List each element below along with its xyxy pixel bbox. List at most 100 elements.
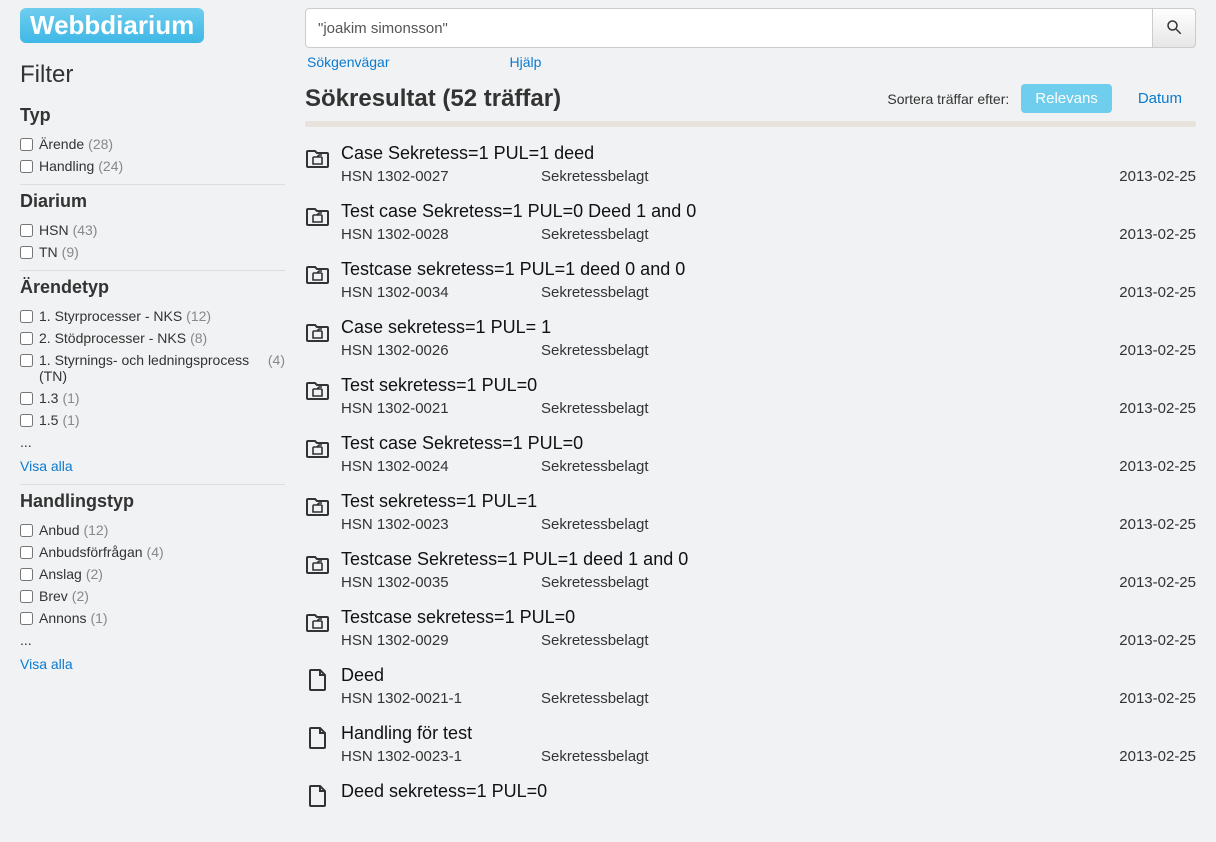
facet-checkbox[interactable] (20, 568, 33, 581)
filter-group-typ: Typ Ärende(28) Handling(24) (20, 105, 285, 174)
result-item[interactable]: Case Sekretess=1 PUL=1 deedHSN 1302-0027… (305, 137, 1196, 195)
facet-label: 2. Stödprocesser - NKS (39, 330, 186, 346)
search-icon (1165, 18, 1183, 39)
facet-show-all[interactable]: Visa alla (20, 656, 73, 672)
result-title: Case Sekretess=1 PUL=1 deed (341, 143, 1196, 164)
facet-item[interactable]: 1. Styrprocesser - NKS(12) (20, 308, 285, 324)
facet-checkbox[interactable] (20, 354, 33, 367)
result-id: HSN 1302-0029 (341, 632, 541, 649)
facet-checkbox[interactable] (20, 524, 33, 537)
facet-item[interactable]: Anbudsförfrågan(4) (20, 544, 285, 560)
facet-count: (28) (88, 136, 113, 152)
facet-label: Handling (39, 158, 94, 174)
facet-label: Anslag (39, 566, 82, 582)
document-icon (305, 723, 341, 754)
result-status: Sekretessbelagt (541, 574, 1086, 591)
result-status: Sekretessbelagt (541, 748, 1086, 765)
facet-checkbox[interactable] (20, 612, 33, 625)
facet-checkbox[interactable] (20, 392, 33, 405)
result-item[interactable]: Deed sekretess=1 PUL=0 (305, 775, 1196, 822)
help-link[interactable]: Hjälp (510, 54, 542, 70)
result-item[interactable]: Test sekretess=1 PUL=0HSN 1302-0021Sekre… (305, 369, 1196, 427)
facet-label: Anbud (39, 522, 79, 538)
result-status: Sekretessbelagt (541, 226, 1086, 243)
search-button[interactable] (1152, 8, 1196, 48)
facet-item[interactable]: Anslag(2) (20, 566, 285, 582)
facet-checkbox[interactable] (20, 310, 33, 323)
facet-count: (9) (62, 244, 79, 260)
result-title: Handling för test (341, 723, 1196, 744)
facet-item[interactable]: TN(9) (20, 244, 285, 260)
facet-label: Ärende (39, 136, 84, 152)
facet-label: 1.5 (39, 412, 58, 428)
facet-item[interactable]: 2. Stödprocesser - NKS(8) (20, 330, 285, 346)
result-title: Test sekretess=1 PUL=0 (341, 375, 1196, 396)
facet-checkbox[interactable] (20, 246, 33, 259)
facet-item[interactable]: Anbud(12) (20, 522, 285, 538)
result-date: 2013-02-25 (1086, 226, 1196, 243)
main-content: Sökgenvägar Hjälp Sökresultat (52 träffa… (305, 8, 1196, 822)
result-date: 2013-02-25 (1086, 284, 1196, 301)
facet-item[interactable]: Ärende(28) (20, 136, 285, 152)
facet-item[interactable]: Handling(24) (20, 158, 285, 174)
result-status: Sekretessbelagt (541, 284, 1086, 301)
result-date: 2013-02-25 (1086, 400, 1196, 417)
facet-count: (2) (72, 588, 89, 604)
result-item[interactable]: Testcase sekretess=1 PUL=1 deed 0 and 0H… (305, 253, 1196, 311)
facet-label: 1. Styrprocesser - NKS (39, 308, 182, 324)
document-icon (305, 665, 341, 696)
case-folder-icon (305, 549, 341, 580)
case-folder-icon (305, 259, 341, 290)
result-status: Sekretessbelagt (541, 458, 1086, 475)
result-item[interactable]: Test case Sekretess=1 PUL=0 Deed 1 and 0… (305, 195, 1196, 253)
case-folder-icon (305, 375, 341, 406)
facet-item[interactable]: 1.3(1) (20, 390, 285, 406)
facet-count: (24) (98, 158, 123, 174)
facet-label: 1. Styrnings- och ledningsprocess (TN) (39, 352, 264, 384)
facet-label: Brev (39, 588, 68, 604)
facet-show-all[interactable]: Visa alla (20, 458, 73, 474)
result-status: Sekretessbelagt (541, 516, 1086, 533)
facet-item[interactable]: 1.5(1) (20, 412, 285, 428)
facet-checkbox[interactable] (20, 332, 33, 345)
facet-label: TN (39, 244, 58, 260)
result-item[interactable]: Handling för testHSN 1302-0023-1Sekretes… (305, 717, 1196, 775)
filter-group-handlingstyp: Handlingstyp Anbud(12) Anbudsförfrågan(4) A… (20, 484, 285, 672)
result-item[interactable]: Test sekretess=1 PUL=1HSN 1302-0023Sekre… (305, 485, 1196, 543)
facet-checkbox[interactable] (20, 138, 33, 151)
result-item[interactable]: DeedHSN 1302-0021-1Sekretessbelagt2013-0… (305, 659, 1196, 717)
result-date: 2013-02-25 (1086, 690, 1196, 707)
facet-count: (4) (147, 544, 164, 560)
result-title: Deed (341, 665, 1196, 686)
facet-count: (8) (190, 330, 207, 346)
facet-checkbox[interactable] (20, 224, 33, 237)
app-logo: Webbdiarium (20, 8, 204, 43)
facet-item[interactable]: 1. Styrnings- och ledningsprocess (TN)(4… (20, 352, 285, 384)
facet-item[interactable]: Annons(1) (20, 610, 285, 626)
facet-checkbox[interactable] (20, 414, 33, 427)
facet-checkbox[interactable] (20, 546, 33, 559)
sort-date[interactable]: Datum (1124, 84, 1196, 113)
results-title: Sökresultat (52 träffar) (305, 85, 561, 113)
facet-checkbox[interactable] (20, 590, 33, 603)
result-item[interactable]: Testcase sekretess=1 PUL=0HSN 1302-0029S… (305, 601, 1196, 659)
result-item[interactable]: Testcase Sekretess=1 PUL=1 deed 1 and 0H… (305, 543, 1196, 601)
result-item[interactable]: Case sekretess=1 PUL= 1HSN 1302-0026Sekr… (305, 311, 1196, 369)
facet-checkbox[interactable] (20, 160, 33, 173)
facet-count: (1) (62, 412, 79, 428)
filter-group-arendetyp: Ärendetyp1. Styrprocesser - NKS(12)2. St… (20, 270, 285, 474)
result-item[interactable]: Test case Sekretess=1 PUL=0HSN 1302-0024… (305, 427, 1196, 485)
filter-group-title: Typ (20, 105, 285, 126)
result-id: HSN 1302-0023 (341, 516, 541, 533)
result-title: Testcase Sekretess=1 PUL=1 deed 1 and 0 (341, 549, 1196, 570)
result-title: Test case Sekretess=1 PUL=0 Deed 1 and 0 (341, 201, 1196, 222)
filter-group-title: Handlingstyp (20, 491, 285, 512)
sort-relevance[interactable]: Relevans (1021, 84, 1112, 113)
facet-item[interactable]: HSN(43) (20, 222, 285, 238)
facet-item[interactable]: Brev(2) (20, 588, 285, 604)
search-input[interactable] (305, 8, 1152, 48)
facet-count: (4) (268, 352, 285, 368)
search-shortcuts-link[interactable]: Sökgenvägar (307, 54, 390, 70)
result-id: HSN 1302-0026 (341, 342, 541, 359)
result-id: HSN 1302-0024 (341, 458, 541, 475)
